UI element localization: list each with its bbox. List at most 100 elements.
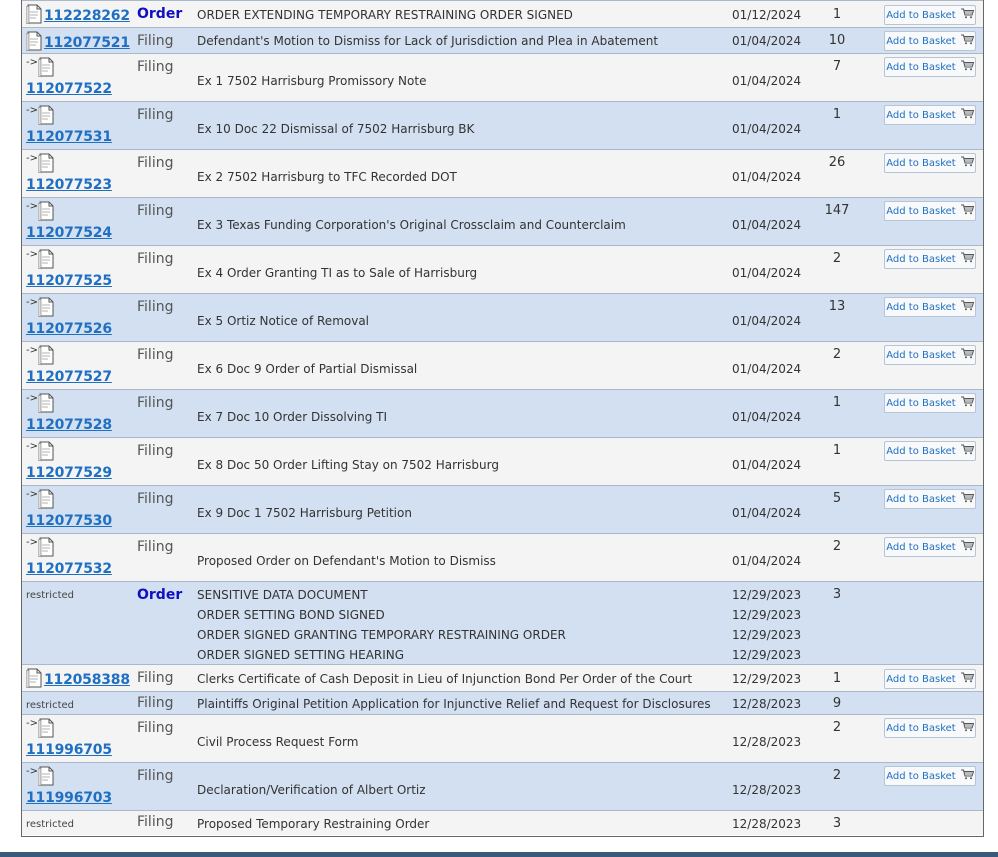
- page-count: 2: [832, 251, 842, 266]
- description-text: Ex 3 Texas Funding Corporation's Origina…: [197, 218, 626, 232]
- page-count: 10: [828, 33, 846, 48]
- document-icon[interactable]: [25, 668, 42, 691]
- image-number-link[interactable]: 112077527: [26, 369, 136, 385]
- add-to-basket-button[interactable]: Add to Basket: [884, 441, 976, 461]
- image-cell: restricted: [26, 695, 136, 711]
- cart-icon: [960, 396, 974, 410]
- add-to-basket-button[interactable]: Add to Basket: [884, 669, 976, 689]
- document-icon[interactable]: [25, 31, 42, 54]
- restricted-label: restricted: [26, 700, 74, 711]
- add-to-basket-button[interactable]: Add to Basket: [884, 393, 976, 413]
- add-to-basket-button[interactable]: Add to Basket: [884, 5, 976, 25]
- filed-date: 01/04/2024: [732, 218, 802, 232]
- image-number-link[interactable]: 112077531: [26, 129, 136, 145]
- document-icon[interactable]: [37, 57, 54, 80]
- table-row: -> 112077531 Filing Ex 10 Doc 22 Dismissal …: [22, 101, 983, 149]
- image-number-link[interactable]: 112077522: [26, 81, 136, 97]
- document-icon[interactable]: [37, 153, 54, 176]
- image-number-link[interactable]: 112077524: [26, 225, 136, 241]
- document-type: Filing: [137, 491, 174, 507]
- add-to-basket-button[interactable]: Add to Basket: [884, 249, 976, 269]
- description-cell: Clerks Certificate of Cash Deposit in Li…: [197, 669, 727, 689]
- cart-icon: [960, 769, 974, 783]
- image-cell: 112228262: [25, 4, 136, 27]
- image-number-link[interactable]: 111996703: [26, 790, 136, 806]
- description-cell: Ex 3 Texas Funding Corporation's Origina…: [197, 215, 727, 235]
- image-number-link[interactable]: 112077528: [26, 417, 136, 433]
- table-row: restricted Filing Proposed Temporary Restr…: [22, 810, 983, 835]
- add-to-basket-button[interactable]: Add to Basket: [884, 297, 976, 317]
- image-number-link[interactable]: 112228262: [44, 8, 130, 24]
- description-cell: Ex 9 Doc 1 7502 Harrisburg Petition: [197, 503, 727, 523]
- image-cell: -> 112077532: [26, 537, 136, 577]
- add-to-basket-button[interactable]: Add to Basket: [884, 57, 976, 77]
- document-icon[interactable]: [37, 201, 54, 224]
- description-text: Ex 6 Doc 9 Order of Partial Dismissal: [197, 362, 418, 376]
- add-to-basket-button[interactable]: Add to Basket: [884, 766, 976, 786]
- cart-icon: [960, 672, 974, 686]
- document-icon[interactable]: [37, 441, 54, 464]
- document-icon[interactable]: [37, 718, 54, 741]
- document-icon[interactable]: [37, 489, 54, 512]
- document-type: Filing: [137, 539, 174, 555]
- cart-icon: [960, 348, 974, 362]
- image-cell: -> 112077525: [26, 249, 136, 289]
- add-to-basket-button[interactable]: Add to Basket: [884, 537, 976, 557]
- image-number-link[interactable]: 112077525: [26, 273, 136, 289]
- description-text: Plaintiffs Original Petition Application…: [197, 697, 711, 711]
- page-count: 2: [832, 768, 842, 783]
- description-cell: Ex 2 7502 Harrisburg to TFC Recorded DOT: [197, 167, 727, 187]
- description-text: Proposed Temporary Restraining Order: [197, 817, 430, 831]
- document-type: Order: [137, 6, 183, 22]
- document-icon[interactable]: [37, 766, 54, 789]
- add-to-basket-button[interactable]: Add to Basket: [884, 153, 976, 173]
- document-icon[interactable]: [37, 393, 54, 416]
- filed-date: 12/28/2023: [732, 783, 802, 797]
- document-icon[interactable]: [37, 297, 54, 320]
- image-number-link[interactable]: 112077523: [26, 177, 136, 193]
- image-number-link[interactable]: 112077526: [26, 321, 136, 337]
- document-icon[interactable]: [37, 249, 54, 272]
- filed-date: 01/12/2024: [732, 8, 802, 22]
- image-number-link[interactable]: 111996705: [26, 742, 136, 758]
- image-number-link[interactable]: 112077532: [26, 561, 136, 577]
- image-number-link[interactable]: 112058388: [44, 672, 130, 688]
- page-count: 3: [832, 587, 842, 602]
- add-to-basket-button[interactable]: Add to Basket: [884, 489, 976, 509]
- image-cell: -> 112077531: [26, 105, 136, 145]
- image-number-link[interactable]: 112077530: [26, 513, 136, 529]
- page-count: 2: [832, 539, 842, 554]
- date-cell: 12/28/2023: [732, 732, 804, 752]
- footer-bar: [0, 852, 998, 857]
- child-arrow: ->: [26, 537, 38, 548]
- filed-date: 12/29/2023: [732, 648, 802, 662]
- filed-date: 01/04/2024: [732, 506, 802, 520]
- description-cell: Civil Process Request Form: [197, 732, 727, 752]
- add-to-basket-button[interactable]: Add to Basket: [884, 31, 976, 51]
- document-icon[interactable]: [37, 537, 54, 560]
- image-number-link[interactable]: 112077521: [44, 35, 130, 51]
- description-cell: Ex 1 7502 Harrisburg Promissory Note: [197, 71, 727, 91]
- child-arrow: ->: [26, 766, 38, 777]
- add-to-basket-label: Add to Basket: [886, 770, 956, 782]
- add-to-basket-button[interactable]: Add to Basket: [884, 345, 976, 365]
- table-row: restricted Filing Plaintiffs Original Peti…: [22, 691, 983, 714]
- date-cell: 01/04/2024: [732, 31, 804, 51]
- image-number-link[interactable]: 112077529: [26, 465, 136, 481]
- image-cell: -> 112077522: [26, 57, 136, 97]
- description-text: Declaration/Verification of Albert Ortiz: [197, 783, 426, 797]
- document-icon[interactable]: [25, 4, 42, 27]
- add-to-basket-button[interactable]: Add to Basket: [884, 718, 976, 738]
- document-icon[interactable]: [37, 105, 54, 128]
- document-icon[interactable]: [37, 345, 54, 368]
- description-text: Ex 8 Doc 50 Order Lifting Stay on 7502 H…: [197, 458, 499, 472]
- table-row: -> 112077526 Filing Ex 5 Ortiz Notice of Re…: [22, 293, 983, 341]
- date-cell: 01/04/2024: [732, 167, 804, 187]
- document-type: Filing: [137, 59, 174, 75]
- add-to-basket-button[interactable]: Add to Basket: [884, 105, 976, 125]
- cart-icon: [960, 492, 974, 506]
- filed-date: 12/29/2023: [732, 588, 802, 602]
- add-to-basket-button[interactable]: Add to Basket: [884, 201, 976, 221]
- child-arrow: ->: [26, 153, 38, 164]
- description-cell: Ex 10 Doc 22 Dismissal of 7502 Harrisbur…: [197, 119, 727, 139]
